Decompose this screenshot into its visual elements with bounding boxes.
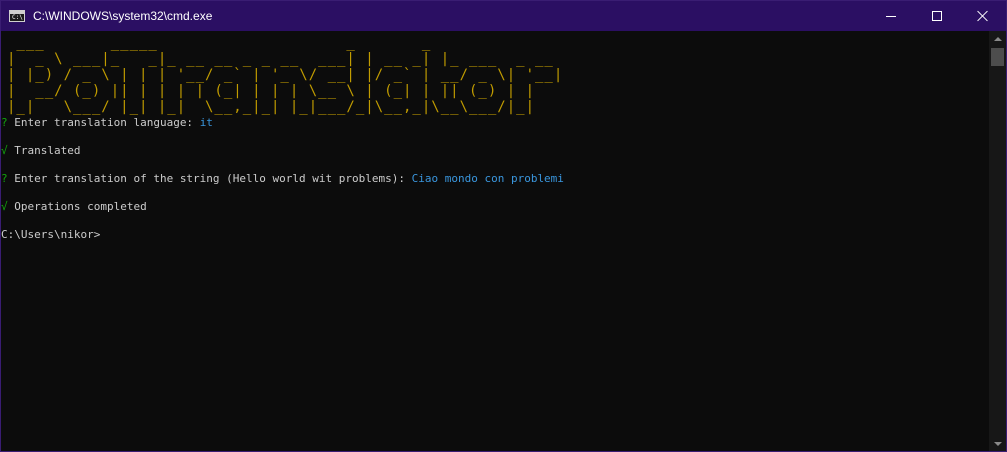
line-text: Enter translation language: [14, 116, 194, 129]
title-bar[interactable]: C:\ C:\WINDOWS\system32\cmd.exe [1, 1, 1006, 31]
line-text: Enter translation of the string (Hello w… [14, 172, 405, 185]
command-prompt[interactable]: C:\Users\nikor> [1, 228, 100, 242]
console-output[interactable]: ___ _____ _ _ | _ \ ___|_ _|_ __ __ _ _ … [1, 31, 989, 451]
question-mark: ? [1, 116, 8, 129]
console-line-translated: √ Translated [1, 144, 80, 158]
scroll-down-icon[interactable] [989, 435, 1006, 451]
window-title: C:\WINDOWS\system32\cmd.exe [33, 9, 213, 23]
close-button[interactable] [960, 1, 1006, 31]
close-icon [977, 10, 989, 22]
console-line-completed: √ Operations completed [1, 200, 147, 214]
minimize-icon [886, 16, 896, 17]
console-line-translation: ? Enter translation of the string (Hello… [1, 172, 564, 186]
maximize-icon [932, 11, 942, 21]
scroll-up-icon[interactable] [989, 31, 1006, 48]
maximize-button[interactable] [914, 1, 960, 31]
check-mark: √ [1, 200, 8, 213]
ascii-banner: ___ _____ _ _ | _ \ ___|_ _|_ __ __ _ _ … [7, 35, 564, 115]
cmd-icon[interactable]: C:\ [9, 10, 25, 22]
answer-text: it [199, 116, 213, 129]
minimize-button[interactable] [868, 1, 914, 31]
console-line-language: ? Enter translation language: it [1, 116, 213, 130]
answer-text: Ciao mondo con problemi [411, 172, 564, 185]
check-mark: √ [1, 144, 8, 157]
cmd-window: C:\ C:\WINDOWS\system32\cmd.exe ___ ____… [0, 0, 1007, 452]
question-mark: ? [1, 172, 8, 185]
line-text: Translated [14, 144, 81, 157]
scroll-thumb[interactable] [991, 48, 1004, 66]
cmd-icon-label: C:\ [12, 14, 23, 21]
line-text: Operations completed [14, 200, 147, 213]
vertical-scrollbar[interactable] [989, 31, 1006, 451]
